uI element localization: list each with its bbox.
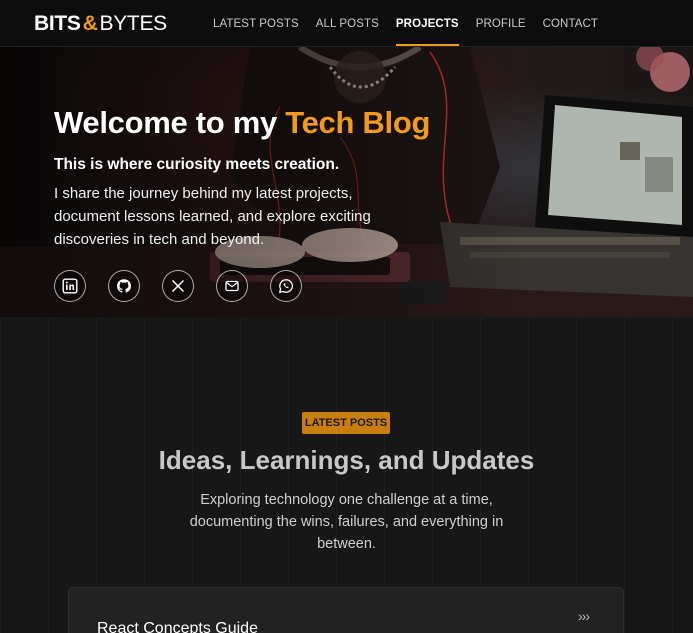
hero-title-plain: Welcome to my	[54, 105, 277, 140]
x-icon	[171, 279, 185, 293]
section-description: Exploring technology one challenge at a …	[189, 492, 504, 552]
post-card[interactable]: React Concepts Guide ›››	[68, 587, 624, 633]
nav-all-posts[interactable]: ALL POSTS	[316, 18, 379, 30]
linkedin-icon	[62, 278, 78, 294]
hero-title-accent: Tech Blog	[285, 105, 431, 140]
hero-description: I share the journey behind my latest pro…	[54, 185, 371, 248]
github-icon	[116, 279, 132, 293]
nav-profile[interactable]: PROFILE	[476, 18, 526, 30]
social-links	[54, 270, 302, 302]
latest-posts-section: LATEST POSTS Ideas, Learnings, and Updat…	[0, 317, 693, 633]
chevrons-right-icon[interactable]: ›››	[578, 608, 590, 624]
x-link[interactable]	[162, 270, 194, 302]
nav-latest-posts[interactable]: LATEST POSTS	[213, 18, 299, 30]
brand-bits: BITS	[34, 12, 81, 35]
section-badge: LATEST POSTS	[302, 412, 390, 434]
post-card-title[interactable]: React Concepts Guide	[97, 620, 258, 633]
hero-subtitle: This is where curiosity meets creation.	[54, 156, 340, 173]
hero-banner: Welcome to my Tech Blog This is where cu…	[0, 47, 693, 317]
github-link[interactable]	[108, 270, 140, 302]
section-title: Ideas, Learnings, and Updates	[158, 445, 535, 475]
brand-bytes: BYTES	[99, 12, 168, 35]
brand-logo[interactable]: BITS&BYTES	[34, 12, 167, 36]
whatsapp-link[interactable]	[270, 270, 302, 302]
mail-link[interactable]	[216, 270, 248, 302]
hero-title: Welcome to my Tech Blog	[54, 105, 430, 141]
mail-icon	[225, 280, 239, 292]
linkedin-link[interactable]	[54, 270, 86, 302]
whatsapp-icon	[278, 279, 293, 294]
nav-projects[interactable]: PROJECTS	[395, 18, 459, 46]
brand-ampersand: &	[82, 12, 98, 35]
nav-contact[interactable]: CONTACT	[543, 18, 598, 30]
top-navbar: BITS&BYTES LATEST POSTS ALL POSTS PROJEC…	[0, 0, 693, 47]
nav-links: LATEST POSTS ALL POSTS PROJECTS PROFILE …	[213, 18, 615, 46]
